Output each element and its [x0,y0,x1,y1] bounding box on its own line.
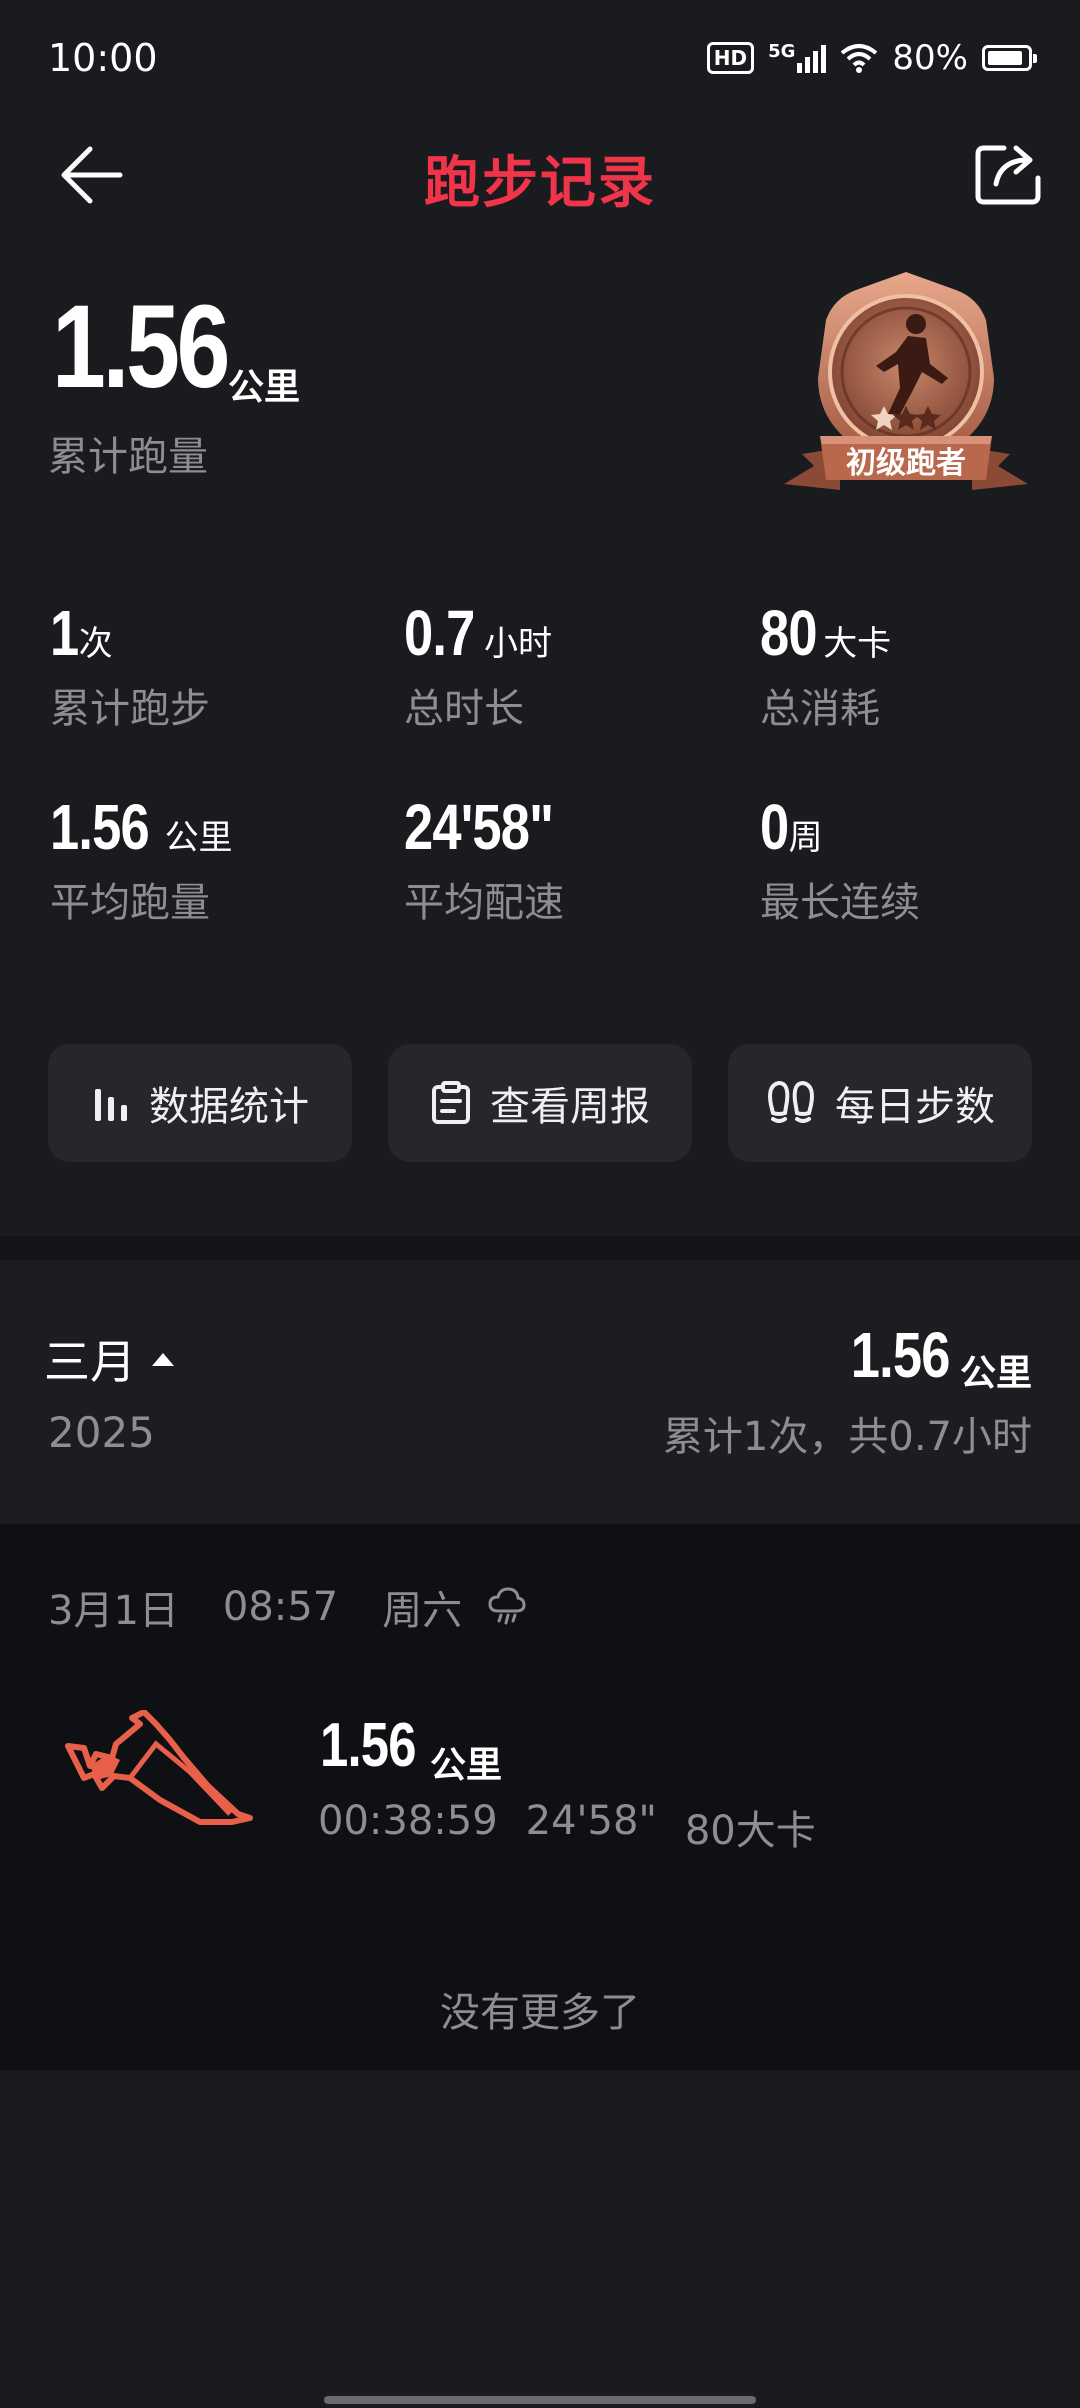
stat-total-duration: 0.7 小时 总时长 [404,596,552,734]
month-name: 三月 [44,1335,136,1389]
record-pace: 24'58" [525,1798,657,1844]
weekly-report-button[interactable]: 查看周报 [388,1044,692,1162]
stat-value: 24'58" [404,791,554,863]
stat-average-distance: 1.56 公里 平均跑量 [50,790,233,928]
hd-badge: HD [706,42,755,74]
record-meta: 3月1日 08:57 周六 [48,1578,526,1636]
stat-value: 1.56 [50,791,150,863]
stat-value: 1 [50,597,79,669]
record-distance-unit: 公里 [430,1745,503,1786]
record-date: 3月1日 [48,1588,179,1634]
stat-total-calories: 80 大卡 总消耗 [760,596,891,734]
action-label: 每日步数 [835,1084,995,1130]
record-distance-value: 1.56 [320,1711,416,1780]
network-type: 5G [768,41,796,62]
stat-label: 最长连续 [760,880,920,926]
page-title: 跑步记录 [424,151,656,216]
share-icon [975,145,1041,205]
stat-run-count: 1次 累计跑步 [50,596,210,734]
signal-icon: 5G [768,41,827,73]
record-weekday: 周六 [382,1588,463,1634]
cloud-rain-icon [488,1587,526,1625]
stat-value: 0 [760,791,789,863]
route-map-icon [65,1710,253,1825]
status-time: 10:00 [48,36,158,80]
clipboard-icon [432,1081,470,1124]
month-summary-text: 累计1次，共0.7小时 [662,1414,1032,1460]
stat-unit: 周 [788,818,823,858]
section-divider [0,1236,1080,1260]
medal-label: 初级跑者 [846,446,966,481]
record-time: 08:57 [222,1584,339,1630]
stat-label: 总时长 [404,686,524,732]
total-distance-value: 1.56 [52,281,230,413]
record-calories: 80大卡 [684,1808,816,1854]
month-year: 2025 [48,1408,155,1457]
stat-unit: 公里 [164,818,233,858]
month-summary-panel [0,1260,1080,1524]
stat-label: 总消耗 [760,686,880,732]
stat-value: 80 [760,597,818,669]
stat-label: 累计跑步 [50,686,210,732]
share-button[interactable] [974,142,1048,208]
wifi-icon [841,44,878,73]
stat-label: 平均配速 [404,880,564,926]
data-statistics-button[interactable]: 数据统计 [48,1044,352,1162]
stat-label: 平均跑量 [50,880,210,926]
record-duration: 00:38:59 [318,1798,498,1844]
record-details: 00:38:59 24'58" 80大卡 [318,1798,816,1856]
month-distance-unit: 公里 [959,1353,1032,1394]
stat-average-pace: 24'58" 平均配速 [404,790,580,928]
total-distance-unit: 公里 [228,367,301,408]
action-label: 查看周报 [490,1084,650,1130]
action-label: 数据统计 [149,1084,309,1130]
stat-longest-streak: 0周 最长连续 [760,790,920,928]
stat-unit: 次 [78,624,113,664]
daily-steps-button[interactable]: 每日步数 [728,1044,1032,1162]
total-distance-label: 累计跑量 [48,434,208,480]
battery-percent: 80% [892,38,968,78]
runner-medal[interactable]: 初级跑者 [780,268,1032,508]
battery-icon [982,45,1037,71]
stat-value: 0.7 [404,597,475,669]
end-of-list-text: 没有更多了 [440,1990,640,2036]
status-icons: HD 5G 80% [706,38,1037,78]
bar-chart-icon [95,1089,127,1121]
home-indicator[interactable] [324,2396,756,2404]
footprints-icon [768,1080,814,1123]
stat-unit: 大卡 [823,624,892,664]
stat-unit: 小时 [483,624,552,664]
month-selector[interactable]: 三月 [44,1326,176,1392]
month-distance-value: 1.56 [851,1319,951,1391]
caret-up-icon [152,1353,174,1366]
